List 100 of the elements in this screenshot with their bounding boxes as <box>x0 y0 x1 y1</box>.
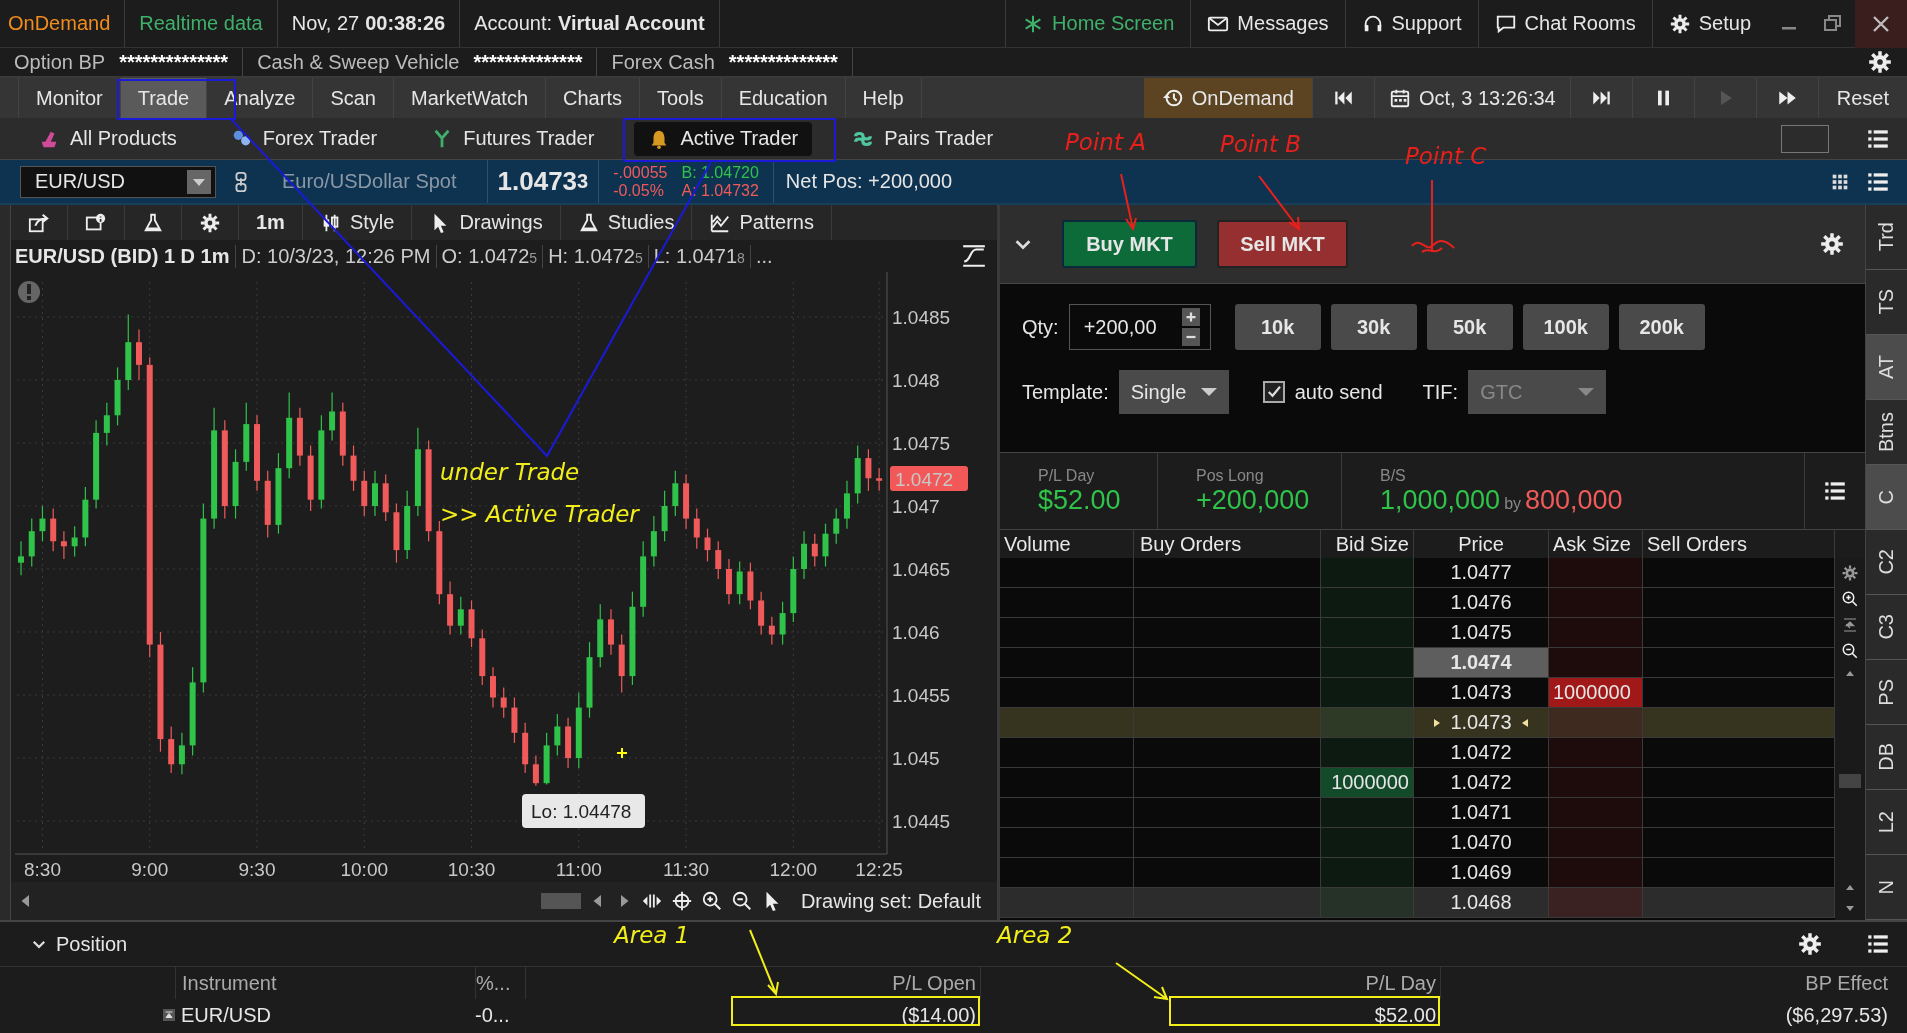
annotation-arrow <box>749 929 779 997</box>
price-cell[interactable]: 1.0471 <box>1450 801 1512 824</box>
ladder-row[interactable]: 1.0472 <box>1000 738 1835 768</box>
annotation-text: Area 2 <box>997 922 1073 948</box>
symbol-dropdown[interactable]: EUR/USD <box>20 165 216 198</box>
sub-tab[interactable]: Active Trader <box>634 121 813 156</box>
candle <box>693 507 700 550</box>
price-cell[interactable]: 1.0473 <box>1450 711 1512 734</box>
candle <box>607 608 614 656</box>
quantity-preset-button[interactable]: 50k <box>1426 304 1513 350</box>
price-cell[interactable]: 1.0470 <box>1450 831 1512 854</box>
price-cell[interactable]: 1.0476 <box>1450 591 1512 614</box>
ladder-row[interactable]: 1.0477 <box>1000 558 1835 588</box>
ladder-row[interactable]: 1.0475 <box>1000 618 1835 648</box>
scrollbar-thumb[interactable] <box>540 893 581 909</box>
settings-icon[interactable] <box>1841 564 1859 582</box>
ladder-row[interactable]: 1.0471 <box>1000 798 1835 828</box>
price-cell[interactable]: 1.0472 <box>1450 741 1512 764</box>
quantity-preset-button[interactable]: 100k <box>1522 304 1609 350</box>
chart-tool-button[interactable]: Style <box>302 205 413 240</box>
sub-tab[interactable]: Pairs Trader <box>838 121 1008 156</box>
price-cell[interactable]: 1.0473 <box>1450 681 1512 704</box>
ladder-row[interactable]: 1.0476 <box>1000 588 1835 618</box>
quantity-preset-button[interactable]: 30k <box>1330 304 1417 350</box>
quantity-field[interactable]: +200,00 <box>1068 304 1211 350</box>
annotation-text: Point A <box>1065 129 1146 155</box>
ondemand-button[interactable]: OnDemand <box>1143 78 1312 118</box>
chart-tool-button[interactable]: Studies <box>560 205 693 240</box>
chart-tool-button[interactable]: Drawings <box>412 205 561 240</box>
dropdown-arrow-icon <box>1578 388 1595 396</box>
candle <box>28 518 35 568</box>
header-link[interactable]: Support <box>1344 0 1478 47</box>
header-link[interactable]: Home Screen <box>1005 0 1191 47</box>
template-dropdown[interactable]: Single <box>1118 370 1229 414</box>
price-axis-label: 1.0445 <box>892 811 951 832</box>
side-tab[interactable]: C2 <box>1866 530 1907 595</box>
zoom-in-icon[interactable] <box>700 890 723 912</box>
close-icon[interactable] <box>1855 0 1907 48</box>
chart-tool-button[interactable]: 1m <box>239 205 303 240</box>
candle <box>854 444 861 505</box>
zoom-out-icon[interactable] <box>730 890 753 912</box>
drawing-set-menu[interactable]: Drawing set: Default <box>790 889 991 913</box>
side-tab[interactable]: DB <box>1866 725 1907 790</box>
price-cell[interactable]: 1.0468 <box>1450 891 1512 914</box>
header-link[interactable]: Messages <box>1190 0 1345 47</box>
candle <box>457 596 464 636</box>
column-header: %... <box>475 967 525 999</box>
candle <box>136 328 142 381</box>
chart-tool-button[interactable]: Patterns <box>692 205 832 240</box>
header-link[interactable]: Chat Rooms <box>1477 0 1652 47</box>
scrollbar-thumb[interactable] <box>1839 774 1861 788</box>
candle <box>811 533 818 568</box>
table-cell: ($6,297.53) <box>1785 1003 1888 1027</box>
ask-price: A: 1.04732 <box>681 181 759 200</box>
data-status-menu[interactable]: Realtime data <box>125 0 278 47</box>
price-cell[interactable]: 1.0477 <box>1450 561 1512 584</box>
column-header: P/L Day <box>980 967 1440 999</box>
zoom-out-icon[interactable] <box>1841 642 1859 660</box>
main-tab[interactable]: Tools <box>639 78 722 118</box>
account-menu[interactable]: Account: Virtual Account <box>460 0 720 47</box>
candle <box>683 473 690 530</box>
side-tab[interactable]: L2 <box>1866 790 1907 855</box>
calendar-icon <box>1389 87 1411 109</box>
candle <box>60 530 67 560</box>
chart-tool-label: Drawings <box>459 211 543 234</box>
ladder-row[interactable]: 1.0473 <box>1000 708 1835 738</box>
side-tab[interactable]: PS <box>1866 660 1907 725</box>
buy-market-button[interactable]: Buy MKT <box>1062 220 1197 268</box>
sell-market-button[interactable]: Sell MKT <box>1217 220 1348 268</box>
candle <box>768 616 775 646</box>
candle <box>468 599 475 648</box>
price-cell[interactable]: 1.0475 <box>1450 621 1512 644</box>
alert-icon[interactable] <box>18 281 40 303</box>
side-tab[interactable]: AT <box>1866 335 1907 400</box>
by-label: by <box>1504 494 1522 513</box>
side-tab[interactable]: Trd <box>1866 205 1907 270</box>
ladder-row[interactable]: 1.0474 <box>1000 648 1835 678</box>
quantity-preset-button[interactable]: 200k <box>1618 304 1705 350</box>
header-link[interactable]: Setup <box>1651 0 1767 47</box>
sub-tab[interactable]: Forex Trader <box>216 121 392 156</box>
main-tab[interactable]: Trade <box>120 78 208 118</box>
side-tab[interactable]: C <box>1866 465 1907 530</box>
side-tab[interactable]: C3 <box>1866 595 1907 660</box>
ladder-row[interactable]: 1000000 1.0472 <box>1000 768 1835 798</box>
sub-tab[interactable]: Futures Trader <box>417 121 609 156</box>
layout-button[interactable] <box>1781 124 1829 153</box>
zoom-in-icon[interactable] <box>1841 590 1859 608</box>
quantity-preset-button[interactable]: 10k <box>1234 304 1321 350</box>
sub-tab[interactable]: All Products <box>24 121 191 156</box>
auto-send-checkbox[interactable] <box>1262 381 1285 403</box>
time-axis-label: 8:30 <box>23 859 61 880</box>
curve-icon[interactable] <box>961 243 987 269</box>
center-icon[interactable] <box>1841 616 1859 634</box>
price-cell[interactable]: 1.0469 <box>1450 861 1512 884</box>
price-cell[interactable]: 1.0472 <box>1450 771 1512 794</box>
ladder-row[interactable]: 1.0470 <box>1000 828 1835 858</box>
candle <box>790 555 797 623</box>
column-header: Bid Size <box>1335 532 1409 556</box>
crosshair-icon[interactable] <box>670 890 693 912</box>
ladder-row[interactable]: 1.0468 <box>1000 888 1835 918</box>
